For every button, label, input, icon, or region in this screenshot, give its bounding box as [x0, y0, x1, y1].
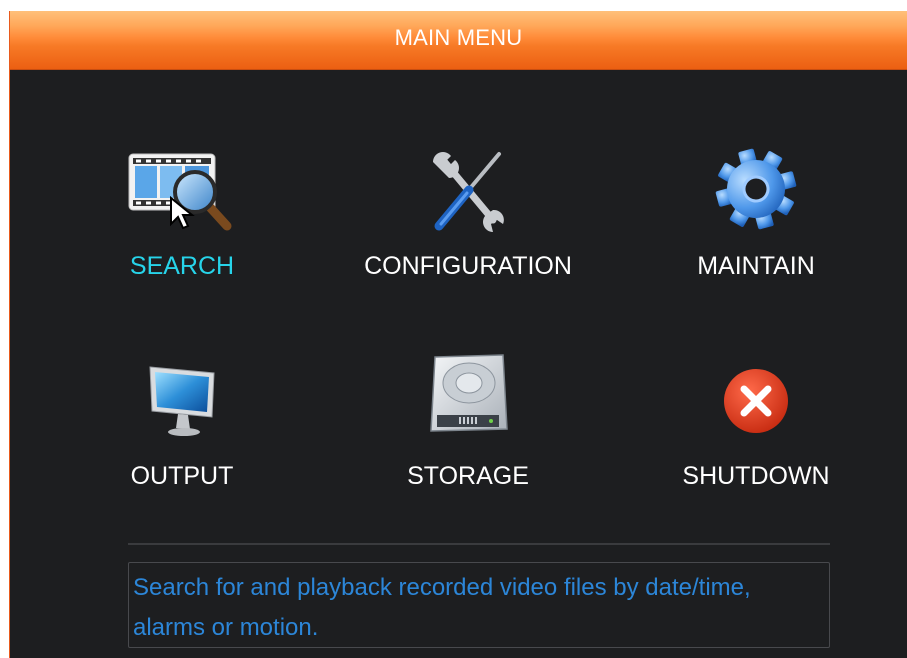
menu-item-label: STORAGE [407, 462, 529, 490]
help-text-box: Search for and playback recorded video f… [128, 562, 830, 648]
menu-item-configuration[interactable]: CONFIGURATION [348, 141, 588, 291]
menu-item-label: OUTPUT [130, 462, 234, 490]
title-bar: MAIN MENU [10, 11, 907, 70]
shutdown-icon [724, 369, 788, 433]
help-text: Search for and playback recorded video f… [133, 574, 751, 641]
gear-icon [715, 148, 797, 230]
menu-item-storage[interactable]: STORAGE [348, 351, 588, 501]
divider [128, 543, 830, 545]
window-title: MAIN MENU [394, 25, 523, 50]
menu-item-label: CONFIGURATION [364, 252, 572, 280]
menu-item-search[interactable]: SEARCH [62, 141, 302, 291]
tools-icon [433, 152, 504, 232]
film-search-icon [128, 153, 232, 231]
menu-item-label: SEARCH [129, 252, 235, 280]
menu-item-label: MAINTAIN [697, 252, 815, 280]
menu-item-shutdown[interactable]: SHUTDOWN [636, 351, 876, 501]
menu-item-output[interactable]: OUTPUT [62, 351, 302, 501]
main-menu-window: MAIN MENU SEARCH CONFIGURATION MAINTAIN … [9, 11, 907, 658]
hard-drive-icon [430, 354, 508, 432]
menu-item-label: SHUTDOWN [682, 462, 830, 490]
monitor-icon [149, 366, 215, 436]
menu-item-maintain[interactable]: MAINTAIN [636, 141, 876, 291]
